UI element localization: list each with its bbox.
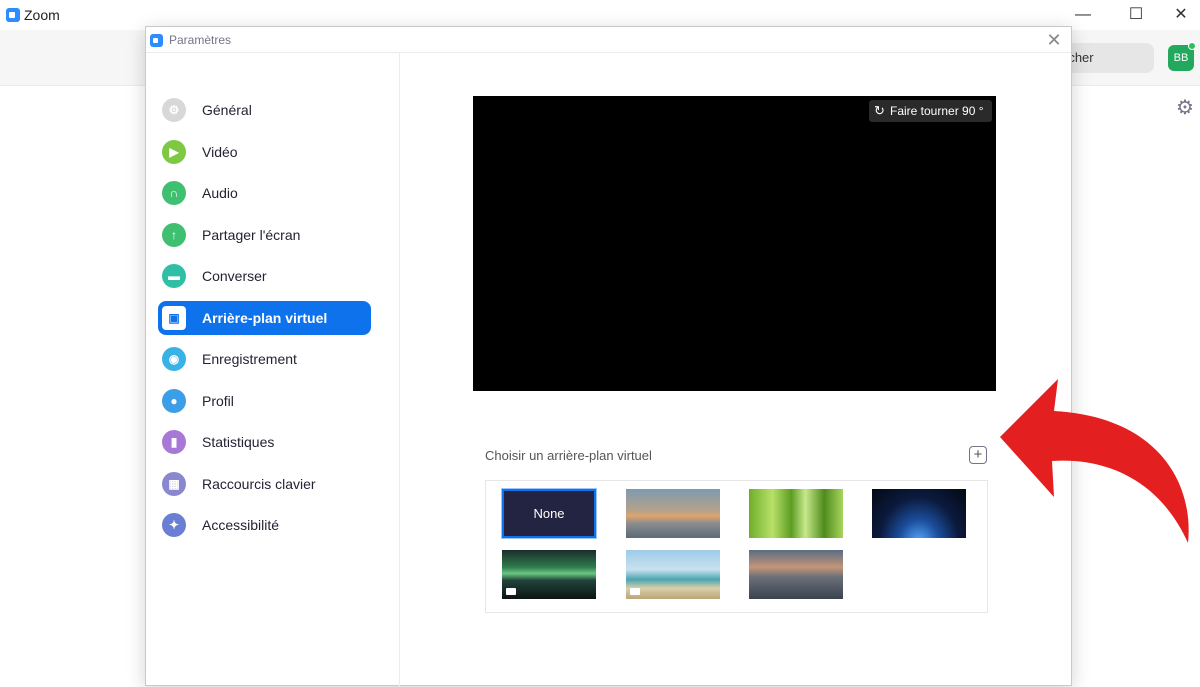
record-icon: ◉ <box>162 347 186 371</box>
sidebar-item-record[interactable]: ◉ Enregistrement <box>158 342 371 376</box>
virtual-background-icon: ▣ <box>162 305 186 330</box>
red-arrow-shape <box>1000 379 1189 543</box>
statistics-icon: ▮ <box>162 430 186 454</box>
rotate-icon: ↻ <box>874 103 885 118</box>
sidebar-item-label: Général <box>202 102 252 118</box>
background-thumb-aurora[interactable] <box>502 550 596 599</box>
sidebar-item-label: Partager l'écran <box>202 226 301 243</box>
zoom-logo-icon <box>150 34 163 47</box>
virtual-background-panel: ↻ Faire tourner 90 ° Choisir un arrière-… <box>401 53 1071 687</box>
settings-sidebar: ⚙ Général ▶ Vidéo ∩ Audio ↑ Partager l'écran ▬ Co… <box>146 53 400 687</box>
app-title: Zoom <box>24 7 60 23</box>
sidebar-item-chat[interactable]: ▬ Converser <box>158 259 371 293</box>
sidebar-item-label: Accessibilité <box>202 517 280 533</box>
sidebar-item-video-camera[interactable]: ▶ Vidéo <box>158 135 371 169</box>
sidebar-item-label: Converser <box>202 268 267 284</box>
background-grid: None <box>485 480 988 613</box>
sidebar-item-headphones[interactable]: ∩ Audio <box>158 176 371 210</box>
sidebar-item-label: Audio <box>202 185 238 201</box>
sidebar-item-label: Vidéo <box>202 143 238 160</box>
sidebar-item-label: Enregistrement <box>202 351 297 367</box>
zoom-logo-icon <box>6 8 20 22</box>
video-badge-icon <box>506 588 516 595</box>
sidebar-item-label: Statistiques <box>202 434 275 450</box>
sidebar-item-label: Raccourcis clavier <box>202 475 316 492</box>
maximize-button[interactable]: ☐ <box>1113 0 1159 30</box>
red-arrow-annotation <box>1000 379 1189 543</box>
sidebar-item-keyboard[interactable]: ▦ Raccourcis clavier <box>158 467 371 501</box>
dialog-titlebar: Paramètres ✕ <box>146 27 1071 53</box>
rotate-button[interactable]: ↻ Faire tourner 90 ° <box>869 100 992 122</box>
dialog-title: Paramètres <box>169 33 232 47</box>
background-thumb-earth-from-space[interactable] <box>872 489 966 538</box>
profile-icon: ● <box>162 388 186 413</box>
online-status-icon <box>1188 42 1196 50</box>
background-thumb-beach-palm[interactable] <box>626 550 720 599</box>
accessibility-icon: ✦ <box>162 513 186 537</box>
keyboard-icon: ▦ <box>162 471 186 496</box>
add-background-button[interactable]: + <box>969 446 987 464</box>
video-camera-icon: ▶ <box>162 139 186 164</box>
settings-gear-icon[interactable]: ⚙ <box>1176 98 1196 118</box>
background-thumb-golden-gate-bridge[interactable] <box>626 489 720 538</box>
settings-dialog: Paramètres ✕ ⚙ Général ▶ Vidéo ∩ Audio ↑ Partag… <box>145 26 1072 687</box>
sidebar-item-accessibility[interactable]: ✦ Accessibilité <box>158 508 371 542</box>
headphones-icon: ∩ <box>162 181 186 205</box>
rotate-label: Faire tourner 90 ° <box>890 104 984 118</box>
camera-preview: ↻ Faire tourner 90 ° <box>473 96 996 391</box>
sidebar-item-virtual-background[interactable]: ▣ Arrière-plan virtuel <box>158 300 371 335</box>
sidebar-item-profile[interactable]: ● Profil <box>158 384 371 418</box>
dialog-close-button[interactable]: ✕ <box>1044 30 1064 50</box>
gear-icon: ⚙ <box>162 98 186 122</box>
chat-icon: ▬ <box>162 264 186 288</box>
share-screen-icon: ↑ <box>162 222 186 247</box>
sidebar-item-gear[interactable]: ⚙ Général <box>158 93 371 127</box>
sidebar-item-statistics[interactable]: ▮ Statistiques <box>158 425 371 459</box>
sidebar-item-share-screen[interactable]: ↑ Partager l'écran <box>158 218 371 252</box>
background-thumb-grass[interactable] <box>749 489 843 538</box>
close-window-button[interactable]: ✕ <box>1158 0 1200 30</box>
choose-background-label: Choisir un arrière-plan virtuel <box>485 448 652 463</box>
background-thumb-lake-sunset[interactable] <box>749 550 843 599</box>
sidebar-item-label: Profil <box>202 392 234 409</box>
sidebar-item-label: Arrière-plan virtuel <box>202 309 328 326</box>
background-thumb-none[interactable]: None <box>502 489 596 538</box>
video-badge-icon <box>630 588 640 595</box>
